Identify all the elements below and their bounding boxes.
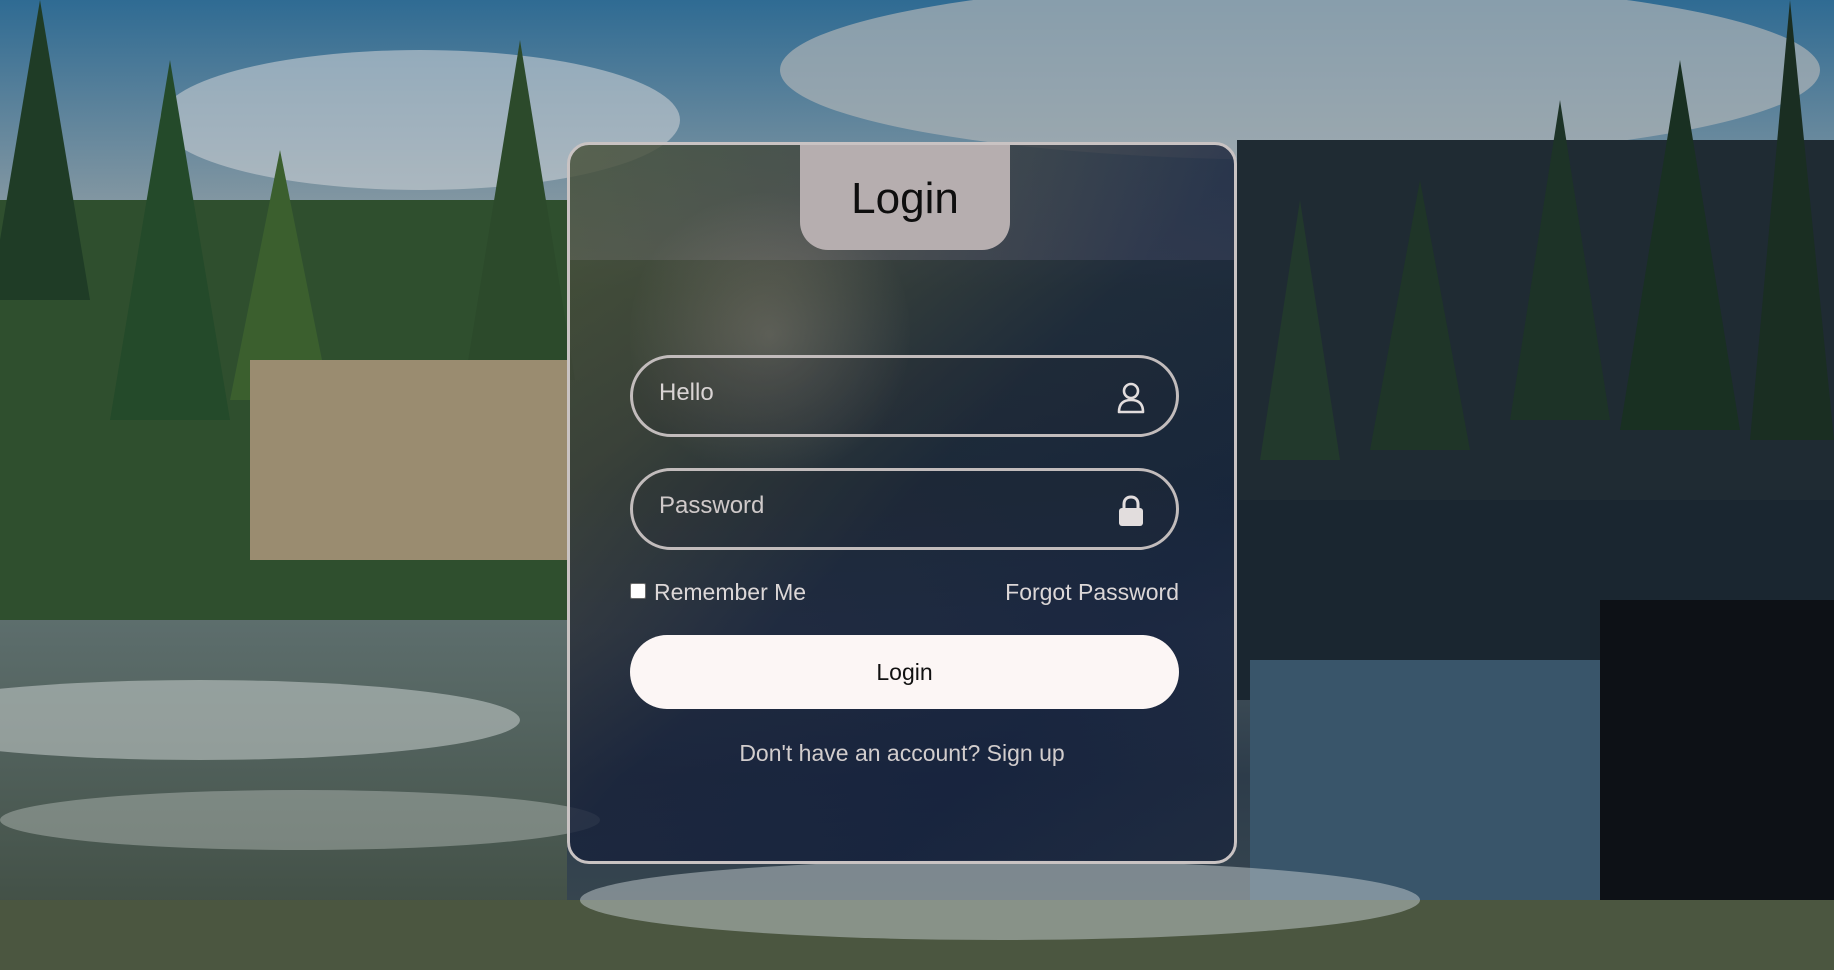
user-icon [1117, 382, 1145, 414]
signup-link[interactable]: Sign up [987, 740, 1065, 766]
username-input[interactable] [659, 358, 1089, 428]
remember-me-label: Remember Me [654, 579, 807, 605]
lock-icon [1119, 495, 1143, 526]
remember-me-checkbox[interactable] [630, 582, 646, 599]
password-field [630, 468, 1179, 550]
login-card: Login Remember Me Forgot Password Login … [567, 142, 1237, 864]
remember-me[interactable]: Remember Me [630, 579, 806, 606]
login-button[interactable]: Login [630, 635, 1179, 709]
forgot-password-link[interactable]: Forgot Password [1005, 579, 1179, 606]
username-field [630, 355, 1179, 437]
signup-prompt-text: Don't have an account? [739, 740, 981, 766]
password-input[interactable] [659, 471, 1089, 541]
login-title-tab: Login [800, 145, 1010, 250]
login-title: Login [851, 174, 959, 223]
login-options: Remember Me Forgot Password [630, 575, 1179, 611]
signup-prompt: Don't have an account? Sign up [570, 740, 1234, 767]
